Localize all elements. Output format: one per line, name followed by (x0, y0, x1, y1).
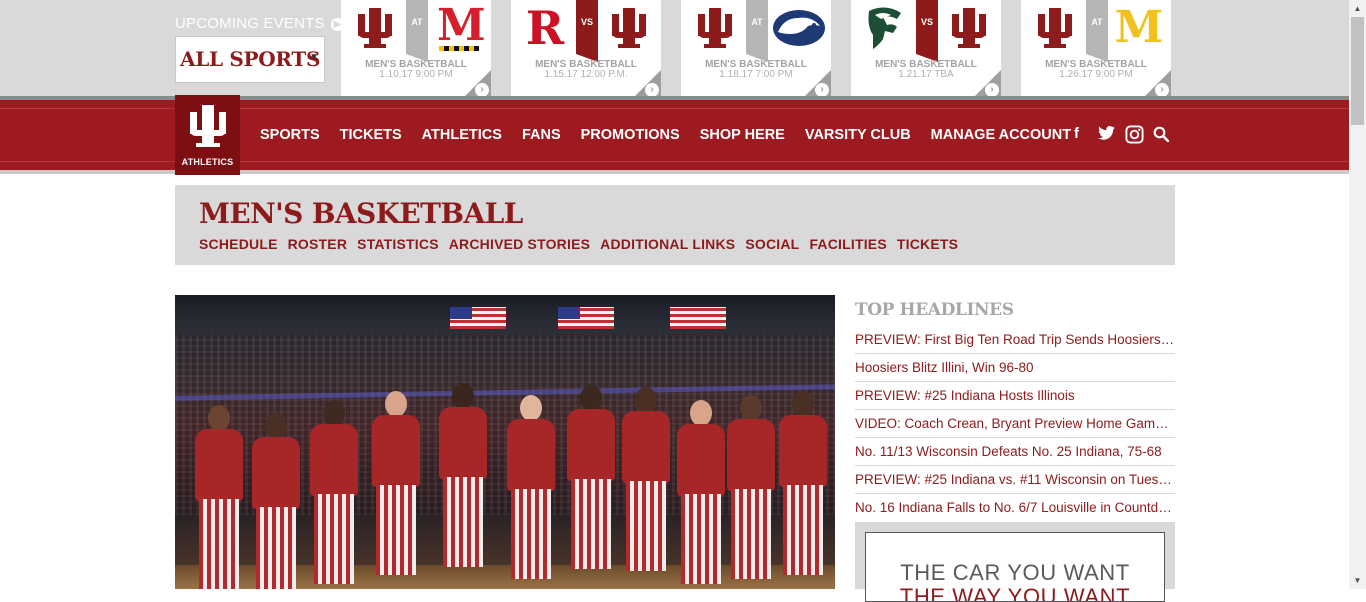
advertisement[interactable]: THE CAR YOU WANT THE WAY YOU WANT (865, 532, 1165, 602)
event-connector: VS (916, 0, 938, 62)
brand-label: ATHLETICS (181, 157, 234, 167)
event-connector: AT (406, 0, 428, 62)
iu-trident-logo-icon (190, 105, 226, 147)
subnav-tickets[interactable]: TICKETS (897, 236, 958, 252)
scrollbar-thumb[interactable] (1351, 17, 1364, 125)
nav-promotions[interactable]: PROMOTIONS (581, 127, 690, 143)
michigan-logo-icon: M (1114, 2, 1164, 53)
indiana-logo-icon (685, 4, 745, 52)
flag-image (450, 307, 506, 329)
indiana-logo-icon (599, 4, 659, 52)
indiana-logo-icon (939, 4, 999, 52)
athletics-home-logo[interactable]: ATHLETICS (175, 95, 240, 175)
ad-headline: THE CAR YOU WANT (900, 560, 1130, 585)
top-headlines: TOP HEADLINES PREVIEW: First Big Ten Roa… (855, 300, 1175, 522)
indiana-logo-icon (345, 4, 405, 52)
headline-link[interactable]: VIDEO: Coach Crean, Bryant Preview Home … (855, 410, 1175, 438)
headlines-title: TOP HEADLINES (855, 300, 1014, 320)
flag-image (558, 307, 614, 329)
chevron-circle-right-icon[interactable]: › (475, 83, 489, 97)
instagram-icon[interactable] (1125, 125, 1144, 149)
subnav-social[interactable]: SOCIAL (745, 236, 799, 252)
penn-state-logo-icon (769, 4, 829, 52)
headline-link[interactable]: No. 11/13 Wisconsin Defeats No. 25 India… (855, 438, 1175, 466)
maryland-logo-icon: M (437, 0, 486, 51)
twitter-icon[interactable] (1098, 126, 1115, 145)
subnav-archived-stories[interactable]: ARCHIVED STORIES (449, 236, 590, 252)
headline-link[interactable]: PREVIEW: First Big Ten Road Trip Sends H… (855, 326, 1175, 354)
page-scrollbar[interactable]: ▲ ▼ (1349, 0, 1366, 589)
headline-link[interactable]: No. 16 Indiana Falls to No. 6/7 Louisvil… (855, 494, 1175, 522)
subnav-additional-links[interactable]: ADDITIONAL LINKS (600, 236, 735, 252)
chevron-circle-right-icon[interactable]: › (645, 83, 659, 97)
nav-shop-here[interactable]: SHOP HERE (700, 127, 795, 143)
main-nav-links: SPORTS TICKETS ATHLETICS FANS PROMOTIONS… (250, 127, 1081, 143)
sport-filter-value: ALL SPORTS (180, 47, 321, 71)
nav-athletics[interactable]: ATHLETICS (422, 127, 512, 143)
sport-filter-select[interactable]: ALL SPORTS ▼ (175, 36, 325, 83)
event-connector: VS (576, 0, 598, 62)
headline-link[interactable]: Hoosiers Blitz Illini, Win 96-80 (855, 354, 1175, 382)
headline-link[interactable]: PREVIEW: #25 Indiana Hosts Illinois (855, 382, 1175, 410)
page-title: MEN'S BASKETBALL (199, 197, 523, 230)
hero-photo[interactable] (175, 295, 835, 589)
event-connector: AT (1086, 0, 1108, 62)
subnav-statistics[interactable]: STATISTICS (357, 236, 439, 252)
subnav-schedule[interactable]: SCHEDULE (199, 236, 278, 252)
upcoming-events-text: UPCOMING EVENTS (175, 15, 325, 32)
chevron-circle-right-icon[interactable]: › (1155, 83, 1169, 97)
upcoming-events-label[interactable]: UPCOMING EVENTS ▶ (175, 15, 345, 32)
scroll-up-arrow-icon[interactable]: ▲ (1349, 0, 1366, 17)
subnav-roster[interactable]: ROSTER (288, 236, 348, 252)
nav-tickets[interactable]: TICKETS (340, 127, 412, 143)
event-card[interactable]: AT M MEN'S BASKETBALL 1.26.17 9:00 PM › (1021, 0, 1171, 100)
event-card[interactable]: AT M MEN'S BASKETBALL 1.10.17 9:00 PM › (341, 0, 491, 100)
chevron-circle-right-icon[interactable]: › (985, 83, 999, 97)
event-card[interactable]: VS MEN'S BASKETBALL 1.21.17 TBA › (851, 0, 1001, 100)
search-icon[interactable] (1153, 126, 1170, 147)
nav-fans[interactable]: FANS (522, 127, 571, 143)
sport-sub-nav: SCHEDULE ROSTER STATISTICS ARCHIVED STOR… (199, 236, 968, 252)
ad-subheadline: THE WAY YOU WANT (899, 584, 1131, 602)
scroll-down-arrow-icon[interactable]: ▼ (1349, 572, 1366, 589)
subnav-facilities[interactable]: FACILITIES (809, 236, 886, 252)
headline-link[interactable]: PREVIEW: #25 Indiana vs. #11 Wisconsin o… (855, 466, 1175, 494)
rutgers-logo-icon: R (525, 1, 565, 55)
facebook-icon[interactable]: f (1074, 125, 1079, 142)
dropdown-caret-icon: ▼ (309, 52, 319, 63)
sport-header: MEN'S BASKETBALL SCHEDULE ROSTER STATIST… (175, 185, 1175, 265)
chevron-circle-right-icon[interactable]: › (815, 83, 829, 97)
event-card[interactable]: R VS MEN'S BASKETBALL 1.15.17 12:00 P.M.… (511, 0, 661, 100)
nav-manage-account[interactable]: MANAGE ACCOUNT (931, 127, 1081, 143)
event-connector: AT (746, 0, 768, 62)
michigan-state-logo-icon (855, 4, 915, 52)
nav-varsity-club[interactable]: VARSITY CLUB (805, 127, 921, 143)
indiana-logo-icon (1025, 4, 1085, 52)
nav-sports[interactable]: SPORTS (260, 127, 330, 143)
event-card[interactable]: AT MEN'S BASKETBALL 1.18.17 7:00 PM › (681, 0, 831, 100)
flag-image (670, 307, 726, 329)
